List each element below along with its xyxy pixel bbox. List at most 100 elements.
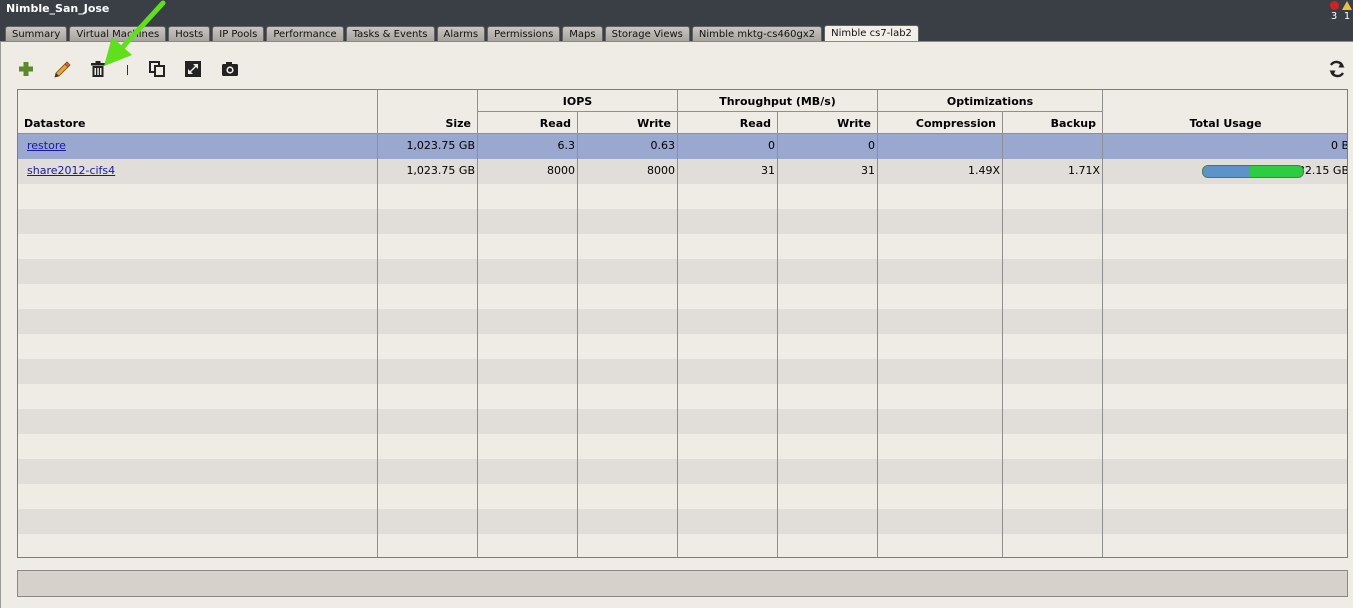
usage-value: 0 B <box>1330 139 1348 152</box>
delete-datastore-button[interactable] <box>88 59 108 79</box>
cell-value: 31 <box>761 164 775 177</box>
tab-virtual-machines[interactable]: Virtual Machines <box>69 26 167 41</box>
empty-row <box>18 284 1347 309</box>
error-icon <box>1329 1 1339 10</box>
header-compression[interactable]: Compression <box>878 112 1003 134</box>
header-iops-write[interactable]: Write <box>578 112 678 134</box>
snapshot-button[interactable] <box>220 59 240 79</box>
cell-backup <box>1003 134 1103 159</box>
tab-nimble-mktg-cs460gx2[interactable]: Nimble mktg-cs460gx2 <box>691 26 823 41</box>
cell-value: 8000 <box>547 164 575 177</box>
datastore-link[interactable]: share2012-cifs4 <box>21 164 115 177</box>
datastore-table: restore 1,023.75 GB 6.3 0.63 0 0 0 B share2012-… <box>17 89 1348 558</box>
cell-value: 8000 <box>647 164 675 177</box>
refresh-icon <box>1329 60 1345 78</box>
empty-row <box>18 209 1347 234</box>
column-divider <box>877 90 878 557</box>
cell-throughput-read: 0 <box>678 134 778 159</box>
tab-storage-views[interactable]: Storage Views <box>604 26 690 41</box>
column-divider <box>477 90 478 557</box>
empty-row <box>18 534 1347 557</box>
cell-throughput-read: 31 <box>678 159 778 184</box>
cell-iops-read: 6.3 <box>478 134 578 159</box>
empty-row <box>18 359 1347 384</box>
header-total-usage[interactable]: Total Usage <box>1103 90 1347 134</box>
table-row[interactable]: restore 1,023.75 GB 6.3 0.63 0 0 0 B <box>18 134 1348 159</box>
toolbar-separator <box>127 65 128 75</box>
cell-value: 1.71X <box>1067 164 1100 177</box>
tab-nimble-cs7-lab2[interactable]: Nimble cs7-lab2 <box>824 25 919 41</box>
tab-bar: Summary Virtual Machines Hosts IP Pools Perf… <box>5 25 921 41</box>
header-size[interactable]: Size <box>378 90 478 134</box>
empty-row <box>18 434 1347 459</box>
warning-counter[interactable]: 1 <box>1341 0 1353 23</box>
cell-total-usage: 0 B <box>1103 134 1348 159</box>
tab-performance[interactable]: Performance <box>266 26 344 41</box>
tab-summary[interactable]: Summary <box>5 26 68 41</box>
host-title: Nimble_San_Jose <box>6 2 110 15</box>
tab-tasks-events[interactable]: Tasks & Events <box>345 26 435 41</box>
header-throughput-read[interactable]: Read <box>678 112 778 134</box>
cell-iops-write: 8000 <box>578 159 678 184</box>
cell-iops-read: 8000 <box>478 159 578 184</box>
empty-row <box>18 259 1347 284</box>
cell-iops-write: 0.63 <box>578 134 678 159</box>
header-throughput-write[interactable]: Write <box>778 112 878 134</box>
header-group-optimizations[interactable]: Optimizations <box>878 90 1103 112</box>
empty-row <box>18 334 1347 359</box>
plus-icon <box>19 62 33 76</box>
empty-row <box>18 309 1347 334</box>
tab-ip-pools[interactable]: IP Pools <box>212 26 265 41</box>
cell-value: 31 <box>861 164 875 177</box>
empty-row <box>18 484 1347 509</box>
resize-datastore-button[interactable] <box>183 59 203 79</box>
cell-datastore: restore <box>18 134 378 159</box>
header-datastore[interactable]: Datastore <box>18 90 378 134</box>
cell-throughput-write: 31 <box>778 159 878 184</box>
tab-hosts[interactable]: Hosts <box>168 26 211 41</box>
add-datastore-button[interactable] <box>16 59 36 79</box>
header-group-throughput[interactable]: Throughput (MB/s) <box>678 90 878 112</box>
error-count: 3 <box>1330 11 1338 22</box>
cell-size: 1,023.75 GB <box>378 159 478 184</box>
tab-maps[interactable]: Maps <box>562 26 603 41</box>
cell-throughput-write: 0 <box>778 134 878 159</box>
column-divider <box>677 90 678 557</box>
error-counter[interactable]: 3 <box>1328 0 1340 23</box>
tab-alarms[interactable]: Alarms <box>436 26 486 41</box>
datastore-link[interactable]: restore <box>21 139 66 152</box>
cell-value: 0 <box>868 139 875 152</box>
empty-row <box>18 409 1347 434</box>
title-bar: Nimble_San_Jose 3 1 Summary Virtual Machi… <box>0 0 1353 44</box>
header-iops-read[interactable]: Read <box>478 112 578 134</box>
empty-row <box>18 184 1347 209</box>
column-divider <box>1102 90 1103 557</box>
header-group-iops[interactable]: IOPS <box>478 90 678 112</box>
resize-icon <box>185 61 201 77</box>
column-divider <box>577 90 578 557</box>
header-backup[interactable]: Backup <box>1003 112 1103 134</box>
tab-permissions[interactable]: Permissions <box>487 26 561 41</box>
empty-row <box>18 384 1347 409</box>
warning-count: 1 <box>1343 11 1351 22</box>
trash-icon <box>91 61 105 77</box>
cell-value: 0.63 <box>650 139 676 152</box>
refresh-button[interactable] <box>1327 59 1347 79</box>
cell-value: 6.3 <box>557 139 576 152</box>
cell-backup: 1.71X <box>1003 159 1103 184</box>
clone-datastore-button[interactable] <box>147 59 167 79</box>
column-divider <box>1002 90 1003 557</box>
cell-datastore: share2012-cifs4 <box>18 159 378 184</box>
plugin-panel: restore 1,023.75 GB 6.3 0.63 0 0 0 B share2012-… <box>0 41 1353 608</box>
column-divider <box>777 90 778 557</box>
cell-value: 1.49X <box>967 164 1000 177</box>
pencil-icon <box>54 61 71 78</box>
column-divider <box>377 90 378 557</box>
table-row[interactable]: share2012-cifs4 1,023.75 GB 8000 8000 31 31 1.… <box>18 159 1347 184</box>
cell-value: 1,023.75 GB <box>406 164 475 177</box>
cell-value: 1,023.75 GB <box>406 139 475 152</box>
edit-datastore-button[interactable] <box>52 59 72 79</box>
toolbar <box>1 57 1353 81</box>
cell-total-usage: 582.15 GB <box>1103 159 1347 184</box>
clone-icon <box>149 61 165 77</box>
